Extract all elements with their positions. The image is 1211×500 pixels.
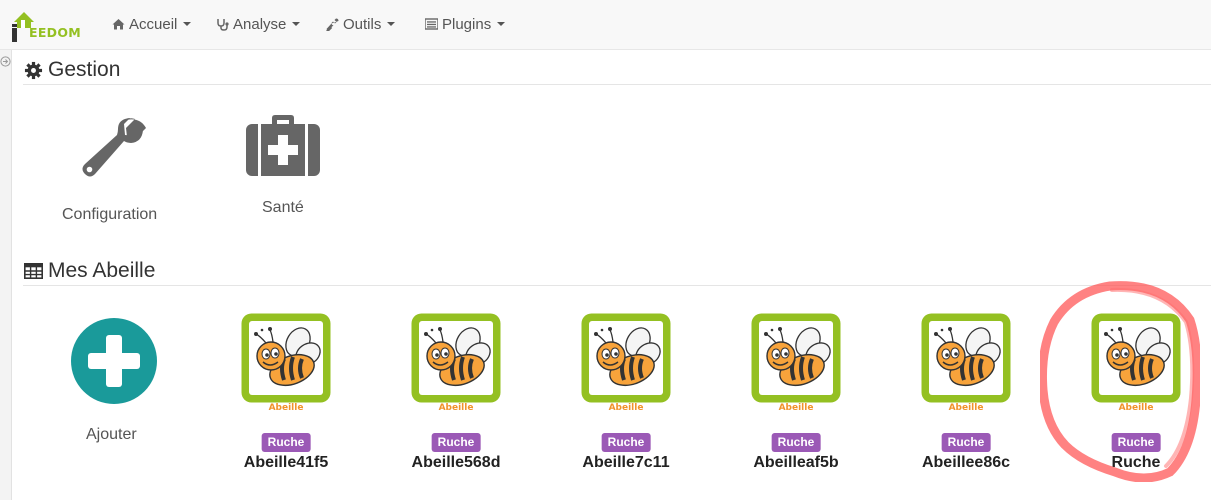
- divider: [23, 285, 1211, 286]
- status-badge: Ruche: [941, 433, 991, 452]
- icon-caption: Abeille: [608, 403, 644, 413]
- equipment-card[interactable]: Abeille Ruche Ruche: [1088, 310, 1184, 475]
- caret-down-icon: [183, 22, 192, 26]
- bee-icon: [580, 312, 672, 404]
- status-badge: Ruche: [261, 433, 311, 452]
- wrench-icon: [326, 18, 339, 31]
- mes-abeille-title: Mes Abeille: [23, 259, 155, 283]
- icon-caption: Abeille: [268, 403, 304, 413]
- bee-icon: [1090, 312, 1182, 404]
- top-navbar: EEDOM Accueil Analyse Outils Plugins: [0, 0, 1211, 50]
- equipment-card[interactable]: Abeille Ruche Abeille7c11: [578, 310, 674, 475]
- nav-outils[interactable]: Outils: [326, 14, 396, 34]
- caret-down-icon: [497, 22, 506, 26]
- configuration-label: Configuration: [62, 206, 158, 223]
- expand-sidebar-icon[interactable]: [0, 54, 11, 67]
- icon-caption: Abeille: [438, 403, 474, 413]
- icon-caption: Abeille: [778, 403, 814, 413]
- plus-circle-icon: [70, 317, 158, 410]
- nav-analyse[interactable]: Analyse: [216, 14, 301, 34]
- home-icon: [112, 18, 125, 31]
- sante-card[interactable]: Santé: [240, 110, 330, 230]
- equipment-name: Abeille7c11: [582, 454, 670, 471]
- nav-label: Accueil: [129, 15, 178, 33]
- nav-label: Plugins: [442, 15, 492, 33]
- equipment-name: Abeille568d: [411, 454, 501, 471]
- bee-icon: [240, 312, 332, 404]
- status-badge: Ruche: [771, 433, 821, 452]
- equipment-card[interactable]: Abeille Ruche Abeille41f5: [238, 310, 334, 475]
- table-icon: [23, 261, 43, 281]
- nav-label: Analyse: [233, 15, 287, 33]
- nav-label: Outils: [343, 15, 382, 33]
- add-equipment-card[interactable]: Ajouter: [62, 316, 166, 452]
- equipment-card[interactable]: Abeille Ruche Abeillee86c: [918, 310, 1014, 475]
- section-title-text: Gestion: [48, 58, 121, 81]
- equipment-card[interactable]: Abeille Ruche Abeilleaf5b: [748, 310, 844, 475]
- status-badge: Ruche: [431, 433, 481, 452]
- section-title-text: Mes Abeille: [48, 259, 156, 282]
- nav-plugins[interactable]: Plugins: [425, 14, 506, 34]
- add-label: Ajouter: [86, 426, 137, 443]
- equipment-name: Abeille41f5: [243, 454, 329, 471]
- configuration-card[interactable]: Configuration: [60, 110, 170, 230]
- logo-text: EEDOM: [29, 25, 82, 40]
- equipment-card[interactable]: Abeille Ruche Abeille568d: [408, 310, 504, 475]
- divider: [23, 84, 1211, 85]
- sante-label: Santé: [262, 199, 304, 216]
- jeedom-logo[interactable]: EEDOM: [12, 8, 84, 42]
- left-rail: [0, 50, 12, 500]
- status-badge: Ruche: [601, 433, 651, 452]
- bee-icon: [750, 312, 842, 404]
- equipment-name: Abeilleaf5b: [753, 454, 839, 471]
- equipment-name: Ruche: [1111, 454, 1161, 471]
- equipment-name: Abeillee86c: [921, 454, 1011, 471]
- wrench-icon: [80, 114, 150, 189]
- list-icon: [425, 18, 438, 31]
- medkit-icon: [246, 114, 320, 183]
- icon-caption: Abeille: [948, 403, 984, 413]
- status-badge: Ruche: [1111, 433, 1161, 452]
- cog-icon: [23, 60, 43, 80]
- stethoscope-icon: [216, 18, 229, 31]
- gestion-title: Gestion: [23, 58, 120, 82]
- bee-icon: [920, 312, 1012, 404]
- caret-down-icon: [387, 22, 396, 26]
- nav-accueil[interactable]: Accueil: [112, 14, 192, 34]
- icon-caption: Abeille: [1118, 403, 1154, 413]
- caret-down-icon: [292, 22, 301, 26]
- bee-icon: [410, 312, 502, 404]
